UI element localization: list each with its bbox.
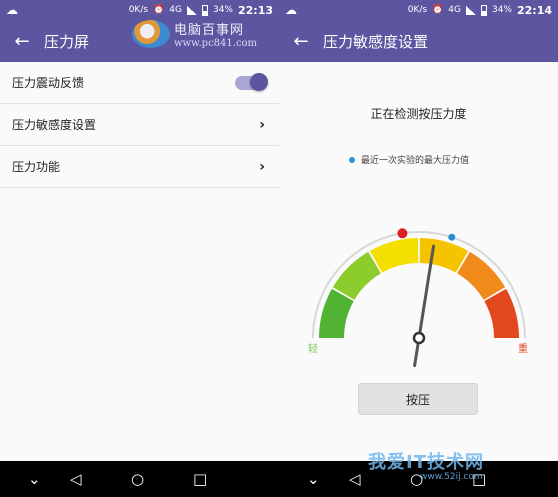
- vibration-toggle[interactable]: [235, 72, 268, 91]
- chevron-down-icon[interactable]: ⌄: [28, 470, 41, 488]
- signal-icon: [186, 5, 197, 15]
- gauge-heavy-label: 重: [518, 342, 528, 355]
- legend-label: 最近一次实验的最大压力值: [361, 156, 470, 166]
- setting-sensitivity[interactable]: 压力敏感度设置 ›: [0, 104, 279, 146]
- battery-icon: [201, 4, 208, 16]
- watermark-globe-icon: [132, 20, 170, 48]
- battery-icon: [480, 4, 487, 16]
- chevron-down-icon[interactable]: ⌄: [307, 470, 320, 488]
- battery-level: 34%: [212, 5, 233, 15]
- setting-label: 压力功能: [12, 160, 61, 174]
- clock: 22:14: [516, 3, 552, 17]
- alarm-icon: ⏰: [153, 5, 165, 15]
- chevron-right-icon: ›: [259, 158, 265, 175]
- page-title: 压力敏感度设置: [323, 32, 429, 51]
- page-title: 压力屏: [44, 32, 90, 51]
- legend: 最近一次实验的最大压力值: [349, 153, 469, 166]
- watermark-logo: 电脑百事网 www.pc841.com: [132, 19, 257, 49]
- network-type: 4G: [169, 5, 182, 15]
- signal-icon: [465, 5, 476, 15]
- clock: 22:13: [237, 3, 273, 17]
- blue-dot-icon: [349, 156, 355, 163]
- gauge-needle: [413, 244, 436, 368]
- watermark-url: www.pc841.com: [174, 38, 258, 49]
- red-marker-icon: [397, 228, 408, 239]
- watermark-text: 我爱IT技术网: [368, 452, 484, 473]
- home-circle-icon[interactable]: ○: [131, 470, 144, 488]
- back-triangle-icon[interactable]: ◁: [70, 470, 82, 488]
- status-bar: ☁ 0K/s ⏰ 4G 34% 22:14: [279, 0, 558, 20]
- network-type: 4G: [448, 5, 461, 15]
- setting-pressure-function[interactable]: 压力功能 ›: [0, 146, 279, 188]
- back-arrow-icon[interactable]: ←: [0, 31, 44, 52]
- pressure-gauge: 轻 重: [308, 228, 528, 368]
- chevron-right-icon: ›: [259, 116, 265, 133]
- app-bar: ← 压力敏感度设置: [279, 20, 558, 62]
- watermark-url: www.52ij.com: [420, 472, 483, 482]
- gauge-segment-5: [457, 251, 506, 300]
- net-speed: 0K/s: [407, 5, 428, 15]
- cloud-icon: ☁: [285, 3, 297, 17]
- left-screen: ☁ 0K/s ⏰ 4G 34% 22:13 ← 压力屏 电脑百事网 www.pc…: [0, 0, 279, 461]
- watermark-overlay: 我爱IT技术网 www.52ij.com: [350, 420, 550, 490]
- detecting-text: 正在检测按压力度: [370, 107, 467, 121]
- blue-marker-icon: [448, 233, 456, 241]
- cloud-icon: ☁: [6, 3, 18, 17]
- press-button[interactable]: 按压: [358, 383, 478, 415]
- net-speed: 0K/s: [128, 5, 149, 15]
- gauge-light-label: 轻: [308, 342, 318, 355]
- back-arrow-icon[interactable]: ←: [279, 31, 323, 52]
- alarm-icon: ⏰: [432, 5, 444, 15]
- setting-label: 压力敏感度设置: [12, 118, 97, 132]
- setting-vibration-feedback[interactable]: 压力震动反馈: [0, 62, 279, 104]
- watermark-name: 电脑百事网: [174, 23, 245, 38]
- status-bar: ☁ 0K/s ⏰ 4G 34% 22:13: [0, 0, 279, 20]
- recents-square-icon[interactable]: □: [193, 470, 207, 488]
- setting-label: 压力震动反馈: [12, 76, 85, 90]
- gauge-segment-2: [332, 251, 381, 300]
- battery-level: 34%: [491, 5, 512, 15]
- toggle-knob: [250, 72, 268, 91]
- right-screen: ☁ 0K/s ⏰ 4G 34% 22:14 ← 压力敏感度设置 正在检测按压力度…: [279, 0, 558, 461]
- gauge-pivot: [412, 331, 426, 345]
